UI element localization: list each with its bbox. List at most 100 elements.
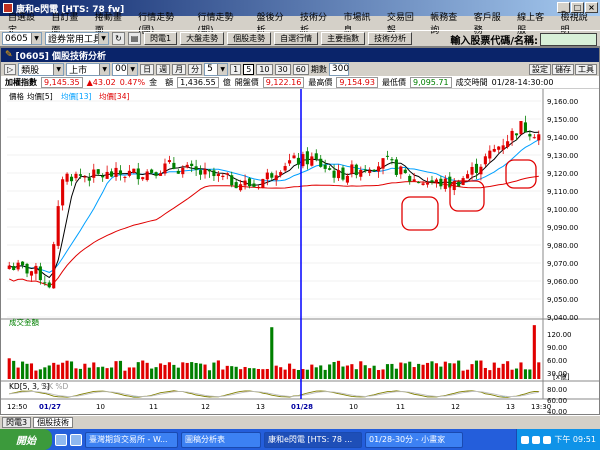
refresh-icon[interactable]: ↻: [112, 32, 125, 45]
task-paint[interactable]: 01/28-30分 - 小畫家: [365, 431, 463, 448]
print-icon[interactable]: ▤: [128, 32, 141, 45]
volume-bar: [78, 368, 82, 379]
period-month[interactable]: 月: [172, 63, 187, 75]
bar-opt-60[interactable]: 60: [292, 63, 309, 75]
volume-bar: [296, 369, 301, 379]
browser-icon[interactable]: [55, 433, 67, 446]
toolbar-button-3[interactable]: 自選行情: [274, 32, 319, 45]
interval-combo[interactable]: 5 ▼: [204, 62, 229, 76]
candle-body: [65, 173, 69, 182]
start-button[interactable]: 開始: [0, 429, 52, 450]
x-tick-label: 13: [506, 403, 515, 411]
volume-bar: [181, 362, 185, 379]
price-ytick: 9,110.00: [547, 188, 578, 196]
candle-body: [439, 178, 443, 187]
volume-bar: [127, 367, 131, 379]
candle-body: [394, 159, 398, 175]
volume-bar: [483, 367, 487, 379]
volume-bar: [190, 362, 194, 379]
volume-bar: [74, 368, 78, 379]
volume-title: 成交金額: [9, 317, 39, 327]
task-kanghe[interactable]: 康和e閃電 [HTS: 78 ...: [264, 431, 362, 448]
low-value: 9,095.71: [409, 76, 452, 88]
volume-bar: [336, 360, 341, 379]
candle-body: [537, 134, 541, 141]
period-num-combo[interactable]: 001 ▼: [112, 62, 139, 76]
volume-bar: [7, 358, 11, 379]
time-value: 01/28-14:30:00: [491, 77, 554, 87]
candle-body: [350, 164, 354, 174]
candle-body: [114, 167, 118, 177]
period-week[interactable]: 週: [156, 63, 171, 75]
volume-bar: [118, 360, 123, 379]
tools-button[interactable]: 工具: [575, 63, 597, 75]
count-label: 期數: [310, 64, 327, 74]
candle-body: [7, 265, 11, 269]
candle-body: [466, 174, 470, 179]
task-futures-exchange[interactable]: 臺灣期貨交易所 - W...: [85, 431, 178, 448]
code-combo[interactable]: 0605 ▼: [2, 32, 42, 45]
candle-body: [470, 166, 474, 175]
bar-opt-5[interactable]: 5: [243, 63, 255, 75]
candle-body: [368, 170, 372, 173]
stock-search-input[interactable]: [540, 33, 597, 46]
candle-body: [265, 172, 269, 180]
candle-body: [474, 163, 479, 173]
candle-body: [190, 163, 194, 167]
volume-bar: [150, 368, 154, 379]
candle-body: [457, 181, 461, 187]
volume-bar: [488, 370, 492, 379]
toolbar-button-0[interactable]: 閃電1: [144, 32, 178, 45]
volume-bar: [434, 363, 438, 379]
volume-bar: [417, 363, 421, 379]
price-ytick: 9,070.00: [547, 260, 578, 268]
volume-bar: [279, 367, 283, 379]
chart-controls: ▷ 類股 ▼ 上市 ▼ 001 ▼ 日 週 月 分 5 ▼ 1 5 10 30 60 期…: [1, 62, 599, 76]
volume-bar: [461, 370, 465, 379]
toolbar-button-5[interactable]: 技術分析: [368, 32, 413, 45]
volume-bar: [110, 367, 114, 379]
toolbar-button-4[interactable]: 主要指數: [321, 32, 366, 45]
volume-bar: [394, 368, 398, 379]
toolbar-button-1[interactable]: 大盤走勢: [180, 32, 225, 45]
x-tick-label: 12:50: [7, 403, 27, 411]
toolbar-button-2[interactable]: 個股走勢: [227, 32, 272, 45]
save-button[interactable]: 儲存: [552, 63, 574, 75]
candle-body: [12, 265, 16, 271]
volume-bar: [399, 362, 403, 379]
candle-body: [92, 169, 96, 178]
volume-ytick: 60.00: [547, 357, 567, 365]
volume-bar: [328, 364, 332, 379]
play-icon[interactable]: ▷: [4, 63, 17, 75]
period-day[interactable]: 日: [140, 63, 155, 75]
bar-opt-1[interactable]: 1: [230, 63, 242, 75]
bar-opt-10[interactable]: 10: [256, 63, 273, 75]
settings-button[interactable]: 設定: [529, 63, 551, 75]
candle-body: [207, 169, 212, 172]
x-tick-label: 12: [201, 403, 210, 411]
technical-chart[interactable]: 價格 均價[5] 均價[13] 均價[34] 成交金額 KD[5, 3, 3] …: [1, 89, 599, 414]
volume-bar: [372, 365, 376, 379]
period-minute[interactable]: 分: [188, 63, 203, 75]
volume-bar: [310, 364, 314, 379]
tab-technical[interactable]: 個股技術: [33, 417, 74, 428]
tab-flash3[interactable]: 閃電3: [2, 417, 32, 428]
desktop-icon[interactable]: [70, 433, 82, 446]
volume-bar: [332, 362, 336, 379]
market-combo[interactable]: 上市 ▼: [66, 62, 111, 76]
volume-bar: [154, 367, 158, 379]
tool-combo[interactable]: 證券常用工具 ▼: [45, 32, 109, 45]
amount-label: 金 額: [149, 77, 174, 87]
candle-body: [230, 175, 234, 186]
task-chart-table[interactable]: 圖稿分析表: [181, 431, 261, 448]
volume-bar: [425, 362, 430, 379]
volume-bar: [514, 368, 519, 379]
candle-body: [483, 156, 487, 165]
count-input[interactable]: 300: [328, 62, 349, 76]
volume-bar: [92, 362, 96, 379]
stock-combo[interactable]: 類股 ▼: [18, 62, 65, 76]
bar-opt-30[interactable]: 30: [274, 63, 291, 75]
candle-body: [279, 172, 283, 176]
volume-bar: [412, 367, 416, 379]
candle-body: [83, 176, 87, 178]
